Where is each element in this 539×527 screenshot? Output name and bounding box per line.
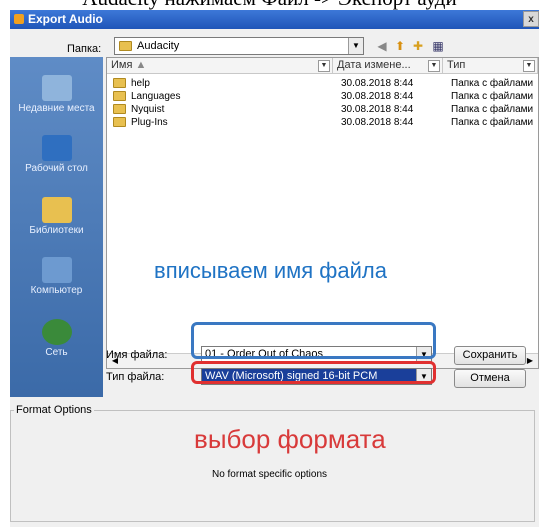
folder-icon bbox=[113, 78, 126, 90]
lookin-combo[interactable]: Audacity ▼ bbox=[114, 37, 364, 55]
new-folder-icon[interactable]: ✚ bbox=[410, 38, 426, 54]
file-date: 30.08.2018 8:44 bbox=[341, 78, 414, 89]
place-libraries[interactable]: Библиотеки bbox=[10, 197, 103, 236]
places-bar: Недавние места Рабочий стол Библиотеки К… bbox=[10, 57, 103, 397]
file-type: Папка с файлами bbox=[451, 104, 534, 115]
file-date: 30.08.2018 8:44 bbox=[341, 91, 414, 102]
place-desktop[interactable]: Рабочий стол bbox=[10, 135, 103, 174]
filename-highlight bbox=[191, 322, 436, 359]
place-label: Библиотеки bbox=[29, 225, 84, 236]
dialog-title: Export Audio bbox=[28, 12, 103, 26]
folder-icon bbox=[113, 104, 126, 116]
place-label: Рабочий стол bbox=[25, 163, 88, 174]
column-header-type[interactable]: Тип ▼ bbox=[443, 58, 538, 74]
no-format-options-text: No format specific options bbox=[211, 469, 328, 480]
dialog-titlebar: Export Audio x bbox=[10, 10, 539, 29]
file-type: Папка с файлами bbox=[451, 91, 534, 102]
back-icon[interactable]: ◀ bbox=[374, 38, 390, 54]
filetype-highlight bbox=[191, 361, 436, 384]
save-button[interactable]: Сохранить bbox=[454, 346, 526, 365]
place-label: Недавние места bbox=[18, 103, 95, 114]
file-name: Plug-Ins bbox=[131, 117, 168, 128]
libraries-icon bbox=[41, 197, 72, 223]
place-label: Сеть bbox=[45, 347, 68, 358]
file-name: help bbox=[131, 78, 150, 89]
up-folder-icon[interactable]: ⬆ bbox=[392, 38, 408, 54]
audacity-icon bbox=[14, 14, 24, 24]
chevron-down-icon[interactable]: ▼ bbox=[523, 60, 535, 72]
column-header-name[interactable]: Имя ▲ ▼ bbox=[107, 58, 333, 74]
file-type: Папка с файлами bbox=[451, 117, 534, 128]
place-network[interactable]: Сеть bbox=[10, 319, 103, 358]
column-label: Имя bbox=[111, 59, 133, 71]
cancel-button[interactable]: Отмена bbox=[454, 369, 526, 388]
file-row[interactable]: Nyquist 30.08.2018 8:44 Папка с файлами bbox=[107, 104, 538, 116]
view-menu-icon[interactable]: ▦ bbox=[430, 38, 446, 54]
file-row[interactable]: Plug-Ins 30.08.2018 8:44 Папка с файлами bbox=[107, 117, 538, 129]
computer-icon bbox=[41, 257, 72, 283]
file-type: Папка с файлами bbox=[451, 78, 534, 89]
column-header-date[interactable]: Дата измене... ▼ bbox=[333, 58, 443, 74]
lookin-label: Папка: bbox=[67, 43, 102, 55]
top-caption: Audacity нажимаем Файл -> Экспорт ауди bbox=[0, 0, 539, 10]
filetype-label: Тип файла: bbox=[106, 371, 165, 383]
folder-icon bbox=[113, 117, 126, 129]
column-label: Дата измене... bbox=[337, 59, 411, 71]
place-recent[interactable]: Недавние места bbox=[10, 75, 103, 114]
place-label: Компьютер bbox=[30, 285, 83, 296]
file-name: Nyquist bbox=[131, 104, 165, 115]
chevron-down-icon[interactable]: ▼ bbox=[348, 38, 363, 54]
close-icon[interactable]: x bbox=[523, 11, 539, 27]
format-options-legend: Format Options bbox=[14, 404, 94, 416]
file-date: 30.08.2018 8:44 bbox=[341, 104, 414, 115]
chevron-down-icon[interactable]: ▼ bbox=[318, 60, 330, 72]
file-date: 30.08.2018 8:44 bbox=[341, 117, 414, 128]
place-computer[interactable]: Компьютер bbox=[10, 257, 103, 296]
filename-label: Имя файла: bbox=[106, 349, 168, 361]
file-row[interactable]: help 30.08.2018 8:44 Папка с файлами bbox=[107, 78, 538, 90]
folder-icon bbox=[113, 91, 126, 103]
lookin-value: Audacity bbox=[137, 40, 180, 52]
file-name: Languages bbox=[131, 91, 181, 102]
desktop-icon bbox=[41, 135, 72, 161]
filename-hint-annotation: вписываем имя файла bbox=[154, 258, 387, 283]
folder-icon bbox=[119, 41, 132, 51]
format-hint-annotation: выбор формата bbox=[194, 424, 386, 454]
chevron-down-icon[interactable]: ▼ bbox=[428, 60, 440, 72]
column-label: Тип bbox=[447, 59, 466, 71]
sort-icon: ▲ bbox=[135, 59, 147, 71]
recent-places-icon bbox=[41, 75, 72, 101]
network-icon bbox=[41, 319, 72, 345]
file-row[interactable]: Languages 30.08.2018 8:44 Папка с файлам… bbox=[107, 91, 538, 103]
